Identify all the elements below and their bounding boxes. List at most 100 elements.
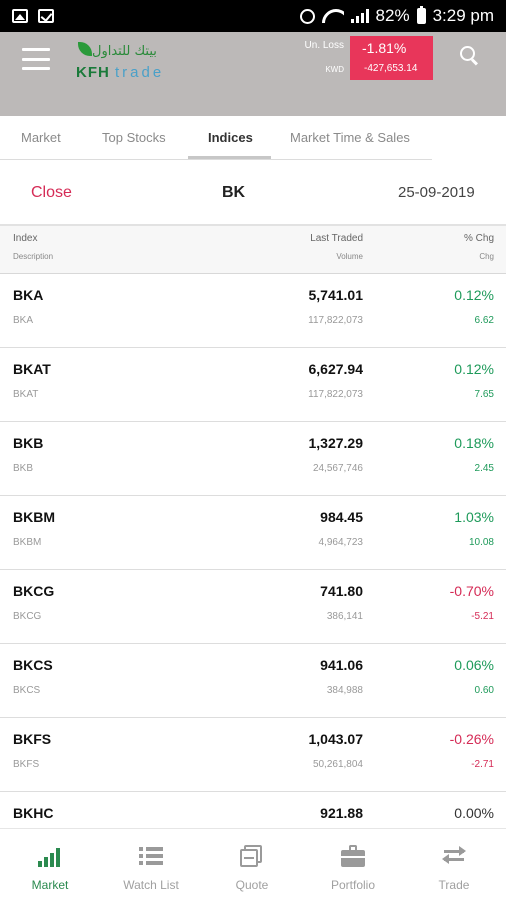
index-description: BKCG [13, 611, 42, 622]
volume: 117,822,073 [308, 315, 363, 326]
table-row[interactable]: BKAT BKAT 6,627.94 117,822,073 0.12% 7.6… [0, 348, 506, 422]
last-traded: 1,327.29 [308, 435, 364, 451]
table-row[interactable]: BKCS BKCS 941.06 384,988 0.06% 0.60 [0, 644, 506, 718]
index-name: BKA [13, 287, 44, 303]
pct-change: 0.12% [454, 361, 494, 377]
wifi-icon [322, 9, 344, 23]
menu-icon[interactable] [22, 48, 50, 70]
nav-market[interactable]: Market [0, 829, 100, 900]
header-volume: Volume [336, 252, 363, 261]
tab-top-stocks[interactable]: Top Stocks [102, 130, 166, 145]
logo-brand: KFH [76, 64, 110, 81]
bar-chart-icon [38, 845, 64, 867]
index-name: BKHC [13, 805, 54, 821]
table-row[interactable]: BKBM BKBM 984.45 4,964,723 1.03% 10.08 [0, 496, 506, 570]
nav-quote[interactable]: Quote [202, 829, 302, 900]
status-bar-right: 82% 3:29 pm [299, 6, 494, 26]
volume: 50,261,804 [312, 759, 363, 770]
table-row[interactable]: BKCG BKCG 741.80 386,141 -0.70% -5.21 [0, 570, 506, 644]
index-name: BKBM [13, 509, 55, 525]
briefcase-icon [341, 845, 367, 867]
change: 2.45 [474, 463, 494, 474]
index-name: BKCG [13, 583, 55, 599]
search-icon[interactable] [460, 46, 480, 66]
signal-icon [350, 9, 369, 23]
header-pct-chg: % Chg [463, 233, 494, 244]
tab-indices[interactable]: Indices [208, 130, 253, 145]
last-traded: 1,043.07 [308, 731, 364, 747]
pct-change: 0.18% [454, 435, 494, 451]
last-traded: 6,627.94 [308, 361, 364, 377]
list-icon [139, 845, 165, 867]
unrealized-loss-badge[interactable]: -1.81% -427,653.14 [350, 36, 433, 80]
pct-change: 1.03% [454, 509, 494, 525]
status-bar: 82% 3:29 pm [0, 0, 506, 32]
nav-label: Portfolio [330, 878, 376, 892]
table-row[interactable]: BKHC 921.88 0.00% [0, 792, 506, 828]
app-header: بيتك للتداول KFH trade Un. Loss KWD -1.8… [0, 32, 506, 116]
unrealized-label: Un. Loss [304, 40, 344, 51]
last-traded: 941.06 [320, 657, 363, 673]
nav-label: Market [31, 878, 69, 892]
status-bar-left [12, 9, 54, 23]
last-traded: 5,741.01 [308, 287, 364, 303]
nav-watch-list[interactable]: Watch List [101, 829, 201, 900]
battery-icon [416, 6, 426, 24]
index-description: BKFS [13, 759, 40, 770]
table-row[interactable]: BKB BKB 1,327.29 24,567,746 0.18% 2.45 [0, 422, 506, 496]
close-button[interactable]: Close [31, 184, 72, 202]
change: 0.60 [474, 685, 494, 696]
last-traded: 741.80 [320, 583, 363, 599]
exchange-arrows-icon [442, 845, 468, 867]
table-row[interactable]: BKFS BKFS 1,043.07 50,261,804 -0.26% -2.… [0, 718, 506, 792]
nav-label: Watch List [123, 878, 179, 892]
pct-change: 0.12% [454, 287, 494, 303]
logo-arabic-text: بيتك للتداول [92, 44, 157, 59]
index-name: BKFS [13, 731, 52, 747]
change: -2.71 [471, 759, 494, 770]
unrealized-pct: -1.81% [362, 40, 407, 56]
table-row[interactable]: BKA BKA 5,741.01 117,822,073 0.12% 6.62 [0, 274, 506, 348]
tab-market[interactable]: Market [21, 130, 61, 145]
nav-label: Trade [438, 878, 470, 892]
gallery-icon [12, 9, 28, 23]
header-chg: Chg [479, 252, 494, 261]
indices-list[interactable]: BKA BKA 5,741.01 117,822,073 0.12% 6.62 … [0, 274, 506, 828]
volume: 384,988 [326, 685, 363, 696]
volume: 24,567,746 [312, 463, 363, 474]
volume: 386,141 [326, 611, 363, 622]
last-traded: 984.45 [320, 509, 363, 525]
quote-icon [240, 845, 266, 867]
header-index: Index [13, 233, 38, 244]
nav-portfolio[interactable]: Portfolio [303, 829, 403, 900]
header-last-traded: Last Traded [310, 233, 363, 244]
logo-text: KFH trade [76, 64, 164, 81]
active-tab-indicator [188, 156, 271, 159]
indices-subheader: Close BK 25-09-2019 [0, 160, 506, 224]
change: 10.08 [468, 537, 494, 548]
nav-trade[interactable]: Trade [404, 829, 504, 900]
clock: 3:29 pm [432, 6, 494, 25]
pct-change: 0.06% [454, 657, 494, 673]
battery-percent: 82% [375, 6, 410, 25]
index-name: BKB [13, 435, 44, 451]
tab-market-time-sales[interactable]: Market Time & Sales [290, 130, 410, 145]
alarm-icon [299, 8, 315, 24]
change: 6.62 [474, 315, 494, 326]
index-description: BKCS [13, 685, 41, 696]
volume: 117,822,073 [308, 389, 363, 400]
market-code[interactable]: BK [222, 184, 245, 202]
table-header: Index Description Last Traded Volume % C… [0, 224, 506, 274]
kfh-trade-logo: بيتك للتداول KFH trade [74, 42, 169, 90]
logo-suffix: trade [115, 64, 165, 81]
index-name: BKAT [13, 361, 51, 377]
volume: 4,964,723 [318, 537, 364, 548]
index-description: BKB [13, 463, 34, 474]
checkbox-icon [38, 9, 54, 23]
index-description: BKA [13, 315, 34, 326]
index-name: BKCS [13, 657, 53, 673]
index-description: BKAT [13, 389, 39, 400]
pct-change: -0.70% [449, 583, 494, 599]
tab-bar: Market Top Stocks Indices Market Time & … [0, 116, 506, 160]
change: 7.65 [474, 389, 494, 400]
